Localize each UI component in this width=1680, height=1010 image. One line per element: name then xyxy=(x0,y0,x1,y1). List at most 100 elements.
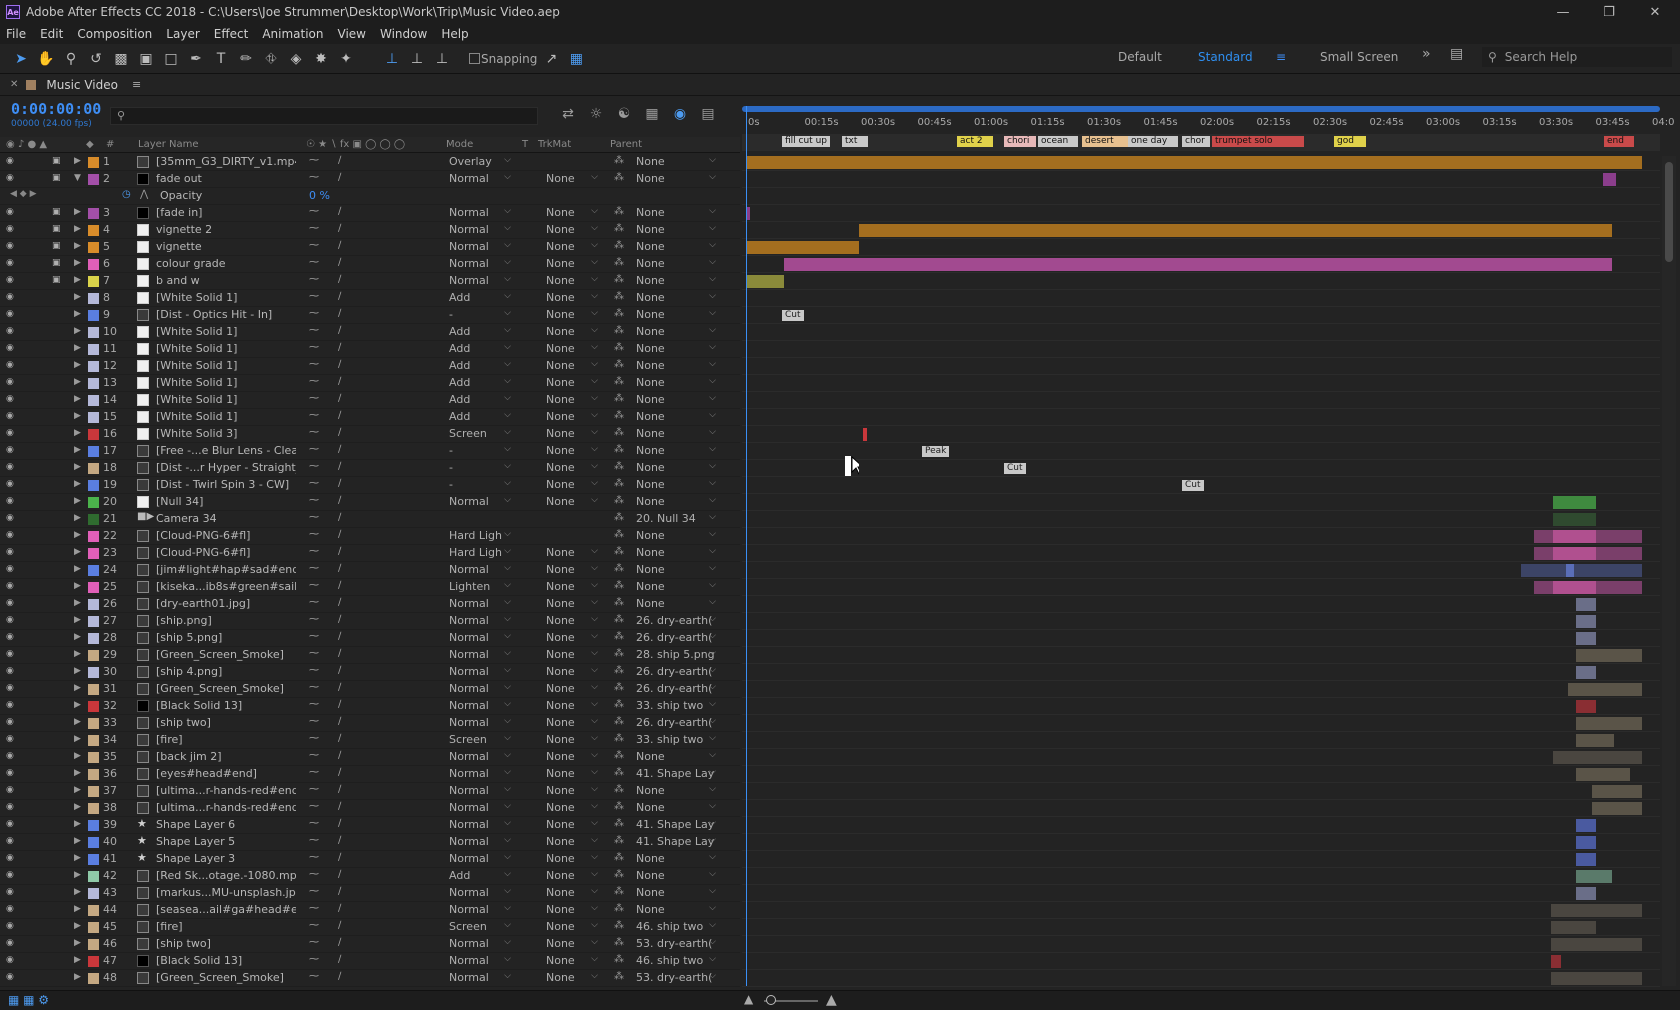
label-color-swatch[interactable] xyxy=(88,922,99,933)
quality-switch-icon[interactable]: ∕ xyxy=(338,971,341,982)
layer-row[interactable]: ◉ ▣ ▶ 7 b and w ⁓ ∕ Normal ⌵ None ⌵ ⁂ None ⌵ xyxy=(0,273,740,290)
eye-icon[interactable]: ◉ xyxy=(6,344,17,353)
parent-select[interactable]: None ⌵ xyxy=(632,376,718,391)
layer-name[interactable]: [dry-earth01.jpg] xyxy=(156,597,296,610)
pick-whip-icon[interactable]: ⁂ xyxy=(614,359,624,370)
layer-track[interactable] xyxy=(742,545,1660,562)
twirl-icon[interactable]: ▶ xyxy=(74,428,81,438)
layer-track[interactable] xyxy=(742,766,1660,783)
eye-icon[interactable]: ◉ xyxy=(6,820,17,829)
layer-duration-bar[interactable] xyxy=(1551,938,1642,951)
layer-name[interactable]: Shape Layer 5 xyxy=(156,835,296,848)
pick-whip-icon[interactable]: ⁂ xyxy=(614,461,624,472)
twirl-icon[interactable]: ▶ xyxy=(74,768,81,778)
shy-switch-icon[interactable]: ⁓ xyxy=(309,444,319,455)
layer-row[interactable]: ◉▶18[Dist -...r Hyper - Straight_1]⁓∕-⌵N… xyxy=(0,460,740,477)
parent-select[interactable]: None ⌵ xyxy=(632,546,718,561)
pick-whip-icon[interactable]: ⁂ xyxy=(614,954,624,965)
blend-mode-select[interactable]: Normal ⌵ xyxy=(445,648,513,663)
puppet-pin-tool-icon[interactable]: ✦ xyxy=(335,48,357,70)
layer-duration-bar[interactable] xyxy=(746,156,1642,169)
label-color-swatch[interactable] xyxy=(88,956,99,967)
twirl-icon[interactable]: ▶ xyxy=(74,632,81,642)
layer-row[interactable]: ◉ ▣ ▼ 2 fade out ⁓ ∕ Normal ⌵ None ⌵ ⁂ None ⌵ xyxy=(0,171,740,188)
pick-whip-icon[interactable]: ⁂ xyxy=(614,699,624,710)
layer-duration-bar[interactable] xyxy=(863,428,867,441)
zoom-in-icon[interactable]: ▲ xyxy=(826,992,837,1008)
twirl-icon[interactable]: ▶ xyxy=(74,241,81,251)
quality-switch-icon[interactable]: ∕ xyxy=(338,784,341,795)
eye-icon[interactable]: ◉ xyxy=(6,259,17,268)
shy-switch-icon[interactable]: ⁓ xyxy=(309,597,319,608)
quality-switch-icon[interactable]: ∕ xyxy=(338,733,341,744)
pick-whip-icon[interactable]: ⁂ xyxy=(614,376,624,387)
shy-switch-icon[interactable]: ⁓ xyxy=(309,206,319,217)
parent-select[interactable]: 33. ship two ⌵ xyxy=(632,699,718,714)
eye-icon[interactable]: ◉ xyxy=(6,310,17,319)
trkmat-select[interactable]: None ⌵ xyxy=(538,801,600,816)
layer-name[interactable]: [ship 4.png] xyxy=(156,665,296,678)
parent-select[interactable]: 26. dry-earth(⌵ xyxy=(632,614,718,629)
quality-switch-icon[interactable]: ∕ xyxy=(338,563,341,574)
label-color-swatch[interactable] xyxy=(88,820,99,831)
layer-row[interactable]: ◉ ▶ 43 [markus...MU-unsplash.jpg] ⁓ ∕ Normal ⌵ N… xyxy=(0,885,740,902)
shy-switch-icon[interactable]: ⁓ xyxy=(309,648,319,659)
blend-mode-select[interactable]: Normal ⌵ xyxy=(445,597,513,612)
parent-select[interactable]: 46. ship two ⌵ xyxy=(632,920,718,935)
layer-row[interactable]: ◉ ▶ 36 [eyes#head#end] ⁓ ∕ Normal ⌵ None ⌵ ⁂ 41. Sh… xyxy=(0,766,740,783)
eye-icon[interactable]: ◉ xyxy=(6,752,17,761)
layer-name[interactable]: colour grade xyxy=(156,257,296,270)
layer-row[interactable]: ◉ ▶ 9 [Dist - Optics Hit - In] ⁓ ∕ - ⌵ None ⌵ ⁂ Non… xyxy=(0,307,740,324)
layer-track[interactable] xyxy=(742,222,1660,239)
pick-whip-icon[interactable]: ⁂ xyxy=(614,716,624,727)
lock-icon[interactable]: ▣ xyxy=(52,224,62,235)
trkmat-select[interactable]: None ⌵ xyxy=(538,240,600,255)
quality-switch-icon[interactable]: ∕ xyxy=(338,155,341,166)
layer-row[interactable]: ◉ ▶ 8 [White Solid 1] ⁓ ∕ Add ⌵ None ⌵ ⁂ None ⌵ xyxy=(0,290,740,307)
layer-track[interactable] xyxy=(742,715,1660,732)
twirl-icon[interactable]: ▶ xyxy=(74,853,81,863)
twirl-icon[interactable]: ▶ xyxy=(74,360,81,370)
label-color-swatch[interactable] xyxy=(88,633,99,644)
shy-switch-icon[interactable]: ⁓ xyxy=(309,631,319,642)
parent-select[interactable]: None ⌵ xyxy=(632,750,718,765)
layer-row[interactable]: ◉ ▶ 13 [White Solid 1] ⁓ ∕ Add ⌵ None ⌵ ⁂ None ⌵ xyxy=(0,375,740,392)
eye-icon[interactable]: ◉ xyxy=(6,395,17,404)
shy-switch-icon[interactable]: ⁓ xyxy=(309,835,319,846)
shy-switch-icon[interactable]: ⁓ xyxy=(309,784,319,795)
label-color-swatch[interactable] xyxy=(88,786,99,797)
pick-whip-icon[interactable]: ⁂ xyxy=(614,563,624,574)
layer-duration-bar[interactable] xyxy=(1576,819,1596,832)
layer-name[interactable]: [ultima...r-hands-red#end] xyxy=(156,801,296,814)
layer-track[interactable] xyxy=(742,528,1660,545)
trkmat-select[interactable]: None ⌵ xyxy=(538,818,600,833)
parent-select[interactable]: None ⌵ xyxy=(632,886,718,901)
parent-select[interactable]: None ⌵ xyxy=(632,308,718,323)
pick-whip-icon[interactable]: ⁂ xyxy=(614,869,624,880)
layer-track[interactable] xyxy=(742,460,1660,477)
label-color-swatch[interactable] xyxy=(88,208,99,219)
shy-switch-icon[interactable]: ⁓ xyxy=(309,563,319,574)
camera-tool-icon[interactable]: ▩ xyxy=(110,48,132,70)
quality-switch-icon[interactable]: ∕ xyxy=(338,614,341,625)
menu-edit[interactable]: Edit xyxy=(40,27,63,41)
layer-name[interactable]: [Null 34] xyxy=(156,495,296,508)
pick-whip-icon[interactable]: ⁂ xyxy=(614,937,624,948)
quality-switch-icon[interactable]: ∕ xyxy=(338,512,341,523)
trkmat-select[interactable]: None ⌵ xyxy=(538,903,600,918)
eye-icon[interactable]: ◉ xyxy=(6,905,17,914)
roto-brush-tool-icon[interactable]: ✸ xyxy=(310,48,332,70)
layer-row[interactable]: ◉ ▶ 23 [Cloud-PNG-6#fl] ⁓ ∕ Hard Ligh ⌵ None ⌵ ⁂ No… xyxy=(0,545,740,562)
parent-select[interactable]: None ⌵ xyxy=(632,325,718,340)
trkmat-select[interactable]: None ⌵ xyxy=(538,342,600,357)
world-axis-mode-icon[interactable]: ⊥ xyxy=(406,48,428,70)
menu-file[interactable]: File xyxy=(6,27,26,41)
parent-select[interactable]: 53. dry-earth(⌵ xyxy=(632,971,718,986)
twirl-icon[interactable]: ▶ xyxy=(74,207,81,217)
layer-name[interactable]: [ship two] xyxy=(156,716,296,729)
label-color-swatch[interactable] xyxy=(88,276,99,287)
eye-icon[interactable]: ◉ xyxy=(6,922,17,931)
eye-icon[interactable]: ◉ xyxy=(6,242,17,251)
layer-row[interactable]: ◉ ▶ 37 [ultima...r-hands-red#end] ⁓ ∕ Normal ⌵ N… xyxy=(0,783,740,800)
layer-track[interactable] xyxy=(742,154,1660,171)
